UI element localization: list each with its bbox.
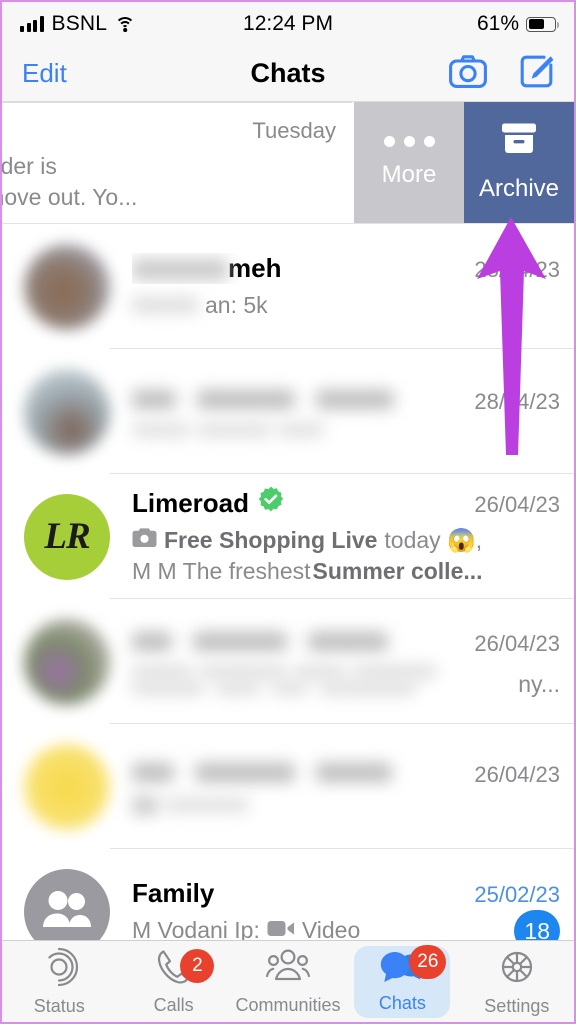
chats-badge: 26 bbox=[409, 945, 447, 979]
navigation-bar: Edit Chats bbox=[2, 46, 574, 102]
whatsapp-chats-screen: BSNL 12:24 PM 61% Edit Chats Tuesday der… bbox=[0, 0, 576, 1024]
more-action-label: More bbox=[381, 161, 437, 188]
calls-badge: 2 bbox=[180, 949, 215, 983]
table-row[interactable]: meh 28/04/23 an: 5k bbox=[2, 224, 574, 349]
avatar[interactable] bbox=[24, 743, 110, 830]
gear-icon bbox=[497, 947, 537, 992]
edit-button[interactable]: Edit bbox=[22, 58, 67, 89]
table-row[interactable]: LR Limeroad 26/04/23 Free Shopping Live … bbox=[2, 474, 574, 599]
status-rings-icon bbox=[39, 947, 79, 992]
chat-date: 25/02/23 bbox=[474, 882, 560, 908]
camera-icon bbox=[132, 526, 157, 555]
chat-preview-line2: ny... bbox=[132, 670, 560, 699]
archive-action-button[interactable]: Archive bbox=[464, 102, 574, 223]
chat-preview-line1: vish! Your order is bbox=[2, 152, 336, 181]
more-action-button[interactable]: More bbox=[354, 102, 464, 223]
tab-calls[interactable]: Calls 2 bbox=[116, 941, 230, 1022]
chat-preview: an: 5k bbox=[132, 291, 560, 320]
tab-label: Calls bbox=[153, 994, 194, 1015]
archive-action-label: Archive bbox=[478, 175, 560, 202]
archive-box-icon bbox=[500, 122, 538, 161]
tab-chats[interactable]: Chats 26 bbox=[345, 941, 459, 1022]
carrier-label: BSNL bbox=[51, 12, 108, 35]
chat-date: 28/04/23 bbox=[474, 256, 560, 282]
preview-text: an: 5k bbox=[205, 291, 268, 318]
chat-name: Family bbox=[132, 878, 215, 909]
camera-icon[interactable] bbox=[449, 54, 487, 93]
battery-icon bbox=[526, 16, 560, 32]
preview-plain-2: M M The freshest bbox=[132, 558, 311, 584]
table-row[interactable]: 26/04/23 bbox=[2, 599, 574, 724]
swipe-action-buttons: More Archive bbox=[354, 102, 574, 223]
chat-preview-line1 bbox=[132, 665, 560, 679]
swiped-row-body: o Tuesday vish! Your order is & ready to… bbox=[2, 114, 352, 212]
swiped-row-header: o Tuesday bbox=[2, 114, 336, 145]
status-bar-right: 61% bbox=[476, 12, 560, 36]
avatar[interactable] bbox=[24, 618, 110, 705]
battery-percent-label: 61% bbox=[476, 12, 519, 35]
preview-text: ny... bbox=[510, 670, 560, 699]
preview-bold-1: Free Shopping Live bbox=[164, 527, 378, 554]
chat-preview bbox=[132, 795, 560, 815]
avatar[interactable]: LR bbox=[24, 493, 110, 580]
tab-bar: Status Calls 2 Communities Chats 26 Sett… bbox=[2, 940, 574, 1022]
tab-label: Settings bbox=[484, 995, 550, 1016]
tab-label: Communities bbox=[235, 994, 341, 1015]
chat-date: 26/04/23 bbox=[474, 492, 560, 518]
compose-icon[interactable] bbox=[519, 54, 554, 94]
tab-communities[interactable]: Communities bbox=[231, 941, 345, 1022]
preview-text-1: vish! Your order is bbox=[2, 153, 57, 180]
navigation-actions bbox=[449, 54, 554, 94]
preview-text-2: & ready to move out. Yo... bbox=[2, 184, 138, 210]
wifi-icon bbox=[115, 16, 136, 32]
chat-name: Limeroad bbox=[132, 488, 250, 519]
chat-name bbox=[132, 385, 395, 416]
status-bar: BSNL 12:24 PM 61% bbox=[2, 2, 574, 46]
chat-list: meh 28/04/23 an: 5k 28/04/23 LR Limeroad… bbox=[2, 224, 574, 974]
tab-settings[interactable]: Settings bbox=[460, 941, 574, 1022]
tab-label: Status bbox=[33, 995, 85, 1016]
avatar[interactable] bbox=[24, 368, 110, 455]
swiped-row-content[interactable]: o Tuesday vish! Your order is & ready to… bbox=[2, 102, 352, 223]
chat-name bbox=[132, 627, 389, 658]
chat-date: 26/04/23 bbox=[474, 761, 560, 787]
preview-bold-2: Summer colle... bbox=[312, 558, 483, 584]
table-row[interactable]: 28/04/23 bbox=[2, 349, 574, 474]
chat-preview-line2: M M The freshest Summer colle... bbox=[132, 557, 560, 586]
chat-name: meh bbox=[132, 253, 281, 284]
chat-preview-line1: Free Shopping Live today 😱, bbox=[132, 526, 560, 555]
group-avatar-icon bbox=[39, 889, 95, 934]
chat-date: 28/04/23 bbox=[474, 389, 560, 414]
verified-badge-icon bbox=[258, 486, 284, 512]
chat-name bbox=[132, 758, 393, 789]
avatar-initials: LR bbox=[44, 516, 90, 557]
chat-date: Tuesday bbox=[252, 118, 336, 144]
communities-icon bbox=[265, 948, 311, 991]
table-row[interactable]: 26/04/23 bbox=[2, 724, 574, 849]
chat-preview-line2: & ready to move out. Yo... bbox=[2, 183, 336, 212]
preview-rest-1: today 😱, bbox=[384, 527, 483, 554]
ellipsis-icon bbox=[383, 136, 435, 147]
tab-status[interactable]: Status bbox=[2, 941, 116, 1022]
chat-date: 26/04/23 bbox=[474, 631, 560, 656]
tab-label: Chats bbox=[378, 992, 426, 1013]
signal-bars-icon bbox=[20, 16, 44, 32]
status-bar-left: BSNL bbox=[20, 12, 136, 36]
swiped-chat-row[interactable]: o Tuesday vish! Your order is & ready to… bbox=[2, 102, 574, 224]
avatar[interactable] bbox=[24, 243, 110, 330]
chat-preview bbox=[132, 423, 560, 437]
